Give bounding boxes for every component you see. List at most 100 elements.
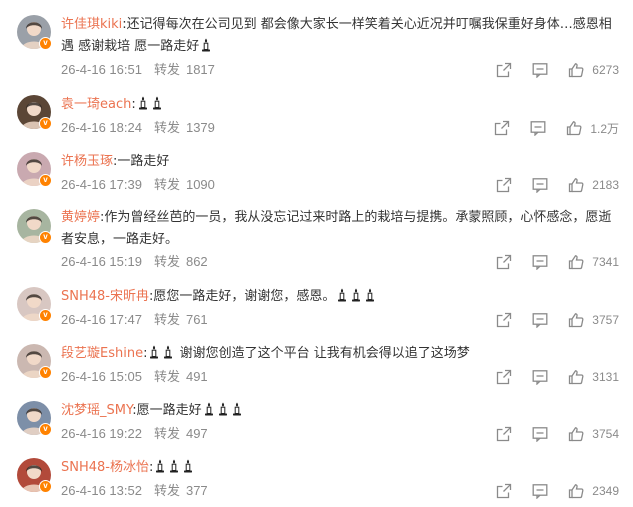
comment-meta: 26-4-16 17:47 转发 761: [61, 310, 208, 330]
comment-meta: 26-4-16 13:52 转发 377: [61, 481, 208, 501]
forward-label: 转发: [153, 120, 180, 135]
share-icon[interactable]: [496, 483, 512, 499]
username-link[interactable]: 许杨玉琢: [61, 154, 113, 169]
username-link[interactable]: 段艺璇Eshine: [61, 346, 143, 361]
thumbs-up-icon: [568, 254, 588, 270]
like-count: 3757: [592, 313, 619, 327]
comment-body: :愿一路走好: [132, 403, 202, 418]
forward-count: 1817: [185, 62, 215, 77]
comment-actions: 3131: [496, 367, 619, 387]
avatar[interactable]: v: [17, 95, 52, 130]
avatar[interactable]: v: [17, 287, 52, 322]
share-icon[interactable]: [496, 369, 512, 385]
like-button[interactable]: 6273: [568, 62, 619, 78]
comment-meta: 26-4-16 16:51 转发 1817: [61, 60, 215, 80]
comment-actions: 6273: [496, 60, 619, 80]
avatar[interactable]: v: [17, 15, 52, 50]
comment-actions: 3757: [496, 310, 619, 330]
username-link[interactable]: 袁一琦each: [61, 97, 131, 112]
timestamp: 26-4-16 17:47: [61, 312, 142, 327]
forward-label: 转发: [153, 62, 180, 77]
verified-badge-icon: v: [39, 231, 52, 244]
timestamp: 26-4-16 15:19: [61, 254, 142, 269]
candle-icon: [203, 402, 215, 416]
comment-body: :还记得每次在公司见到 都会像大家长一样笑着关心近况并叮嘱我保重好身体…感恩相遇…: [61, 17, 612, 54]
comment-icon[interactable]: [532, 312, 548, 328]
comment-body: :愿您一路走好，谢谢您，感恩。: [149, 289, 336, 304]
forward-label: 转发: [153, 483, 180, 498]
candle-icon: [217, 402, 229, 416]
avatar[interactable]: v: [17, 401, 52, 436]
comment-meta: 26-4-16 15:19 转发 862: [61, 252, 208, 272]
comment-icon[interactable]: [532, 426, 548, 442]
comment-icon[interactable]: [532, 62, 548, 78]
avatar[interactable]: v: [17, 209, 52, 244]
share-icon[interactable]: [496, 62, 512, 78]
forward-label: 转发: [153, 177, 180, 192]
like-button[interactable]: 1.2万: [566, 120, 619, 137]
like-count: 1.2万: [590, 121, 619, 136]
candle-icon: [151, 96, 163, 110]
like-count: 3131: [592, 370, 619, 384]
share-icon[interactable]: [496, 312, 512, 328]
comment-text: 许杨玉琢:一路走好: [61, 151, 621, 173]
share-icon[interactable]: [496, 426, 512, 442]
like-button[interactable]: 7341: [568, 254, 619, 270]
comment-meta: 26-4-16 15:05 转发 491: [61, 367, 208, 387]
username-link[interactable]: 许佳琪kiki: [61, 17, 122, 32]
like-button[interactable]: 2183: [568, 177, 619, 193]
thumbs-up-icon: [568, 312, 588, 328]
forward-label: 转发: [153, 312, 180, 327]
comment-body: :: [143, 346, 148, 361]
like-button[interactable]: 3754: [568, 426, 619, 442]
comment-icon[interactable]: [532, 369, 548, 385]
like-button[interactable]: 3131: [568, 369, 619, 385]
share-icon[interactable]: [496, 254, 512, 270]
comment-text: 沈梦瑶_SMY:愿一路走好: [61, 400, 621, 422]
username-link[interactable]: 黄婷婷: [61, 210, 100, 225]
verified-badge-icon: v: [39, 174, 52, 187]
comment-body: :: [149, 460, 154, 475]
forward-label: 转发: [153, 369, 180, 384]
timestamp: 26-4-16 17:39: [61, 177, 142, 192]
comment-actions: 2349: [496, 481, 619, 501]
candle-icon: [350, 288, 362, 302]
timestamp: 26-4-16 13:52: [61, 483, 142, 498]
comment-icon[interactable]: [532, 483, 548, 499]
comment-actions: 3754: [496, 424, 619, 444]
forward-label: 转发: [153, 426, 180, 441]
comment-text: SNH48-杨冰怡:: [61, 457, 621, 479]
username-link[interactable]: 沈梦瑶_SMY: [61, 403, 132, 418]
thumbs-up-icon: [566, 120, 586, 136]
thumbs-up-icon: [568, 369, 588, 385]
verified-badge-icon: v: [39, 423, 52, 436]
like-count: 2183: [592, 178, 619, 192]
candle-icon: [137, 96, 149, 110]
candle-icon: [168, 459, 180, 473]
avatar[interactable]: v: [17, 344, 52, 379]
candle-icon: [182, 459, 194, 473]
candle-icon: [148, 345, 160, 359]
username-link[interactable]: SNH48-宋昕冉: [61, 289, 149, 304]
like-count: 2349: [592, 484, 619, 498]
comment-text: 黄婷婷:作为曾经丝芭的一员，我从没忘记过来时路上的栽培与提携。承蒙照顾，心怀感念…: [61, 207, 621, 251]
share-icon[interactable]: [496, 177, 512, 193]
timestamp: 26-4-16 16:51: [61, 62, 142, 77]
comment-meta: 26-4-16 18:24 转发 1379: [61, 118, 215, 138]
avatar[interactable]: v: [17, 458, 52, 493]
share-icon[interactable]: [494, 120, 510, 136]
forward-count: 862: [185, 254, 208, 269]
like-count: 7341: [592, 255, 619, 269]
like-button[interactable]: 2349: [568, 483, 619, 499]
comment-icon[interactable]: [532, 177, 548, 193]
candle-icon: [231, 402, 243, 416]
comment-icon[interactable]: [530, 120, 546, 136]
avatar[interactable]: v: [17, 152, 52, 187]
like-button[interactable]: 3757: [568, 312, 619, 328]
forward-count: 377: [185, 483, 208, 498]
comment-icon[interactable]: [532, 254, 548, 270]
comment-actions: 1.2万: [494, 118, 619, 138]
comment-body-tail: 谢谢您创造了这个平台 让我有机会得以追了这场梦: [175, 346, 470, 361]
username-link[interactable]: SNH48-杨冰怡: [61, 460, 149, 475]
like-count: 6273: [592, 63, 619, 77]
